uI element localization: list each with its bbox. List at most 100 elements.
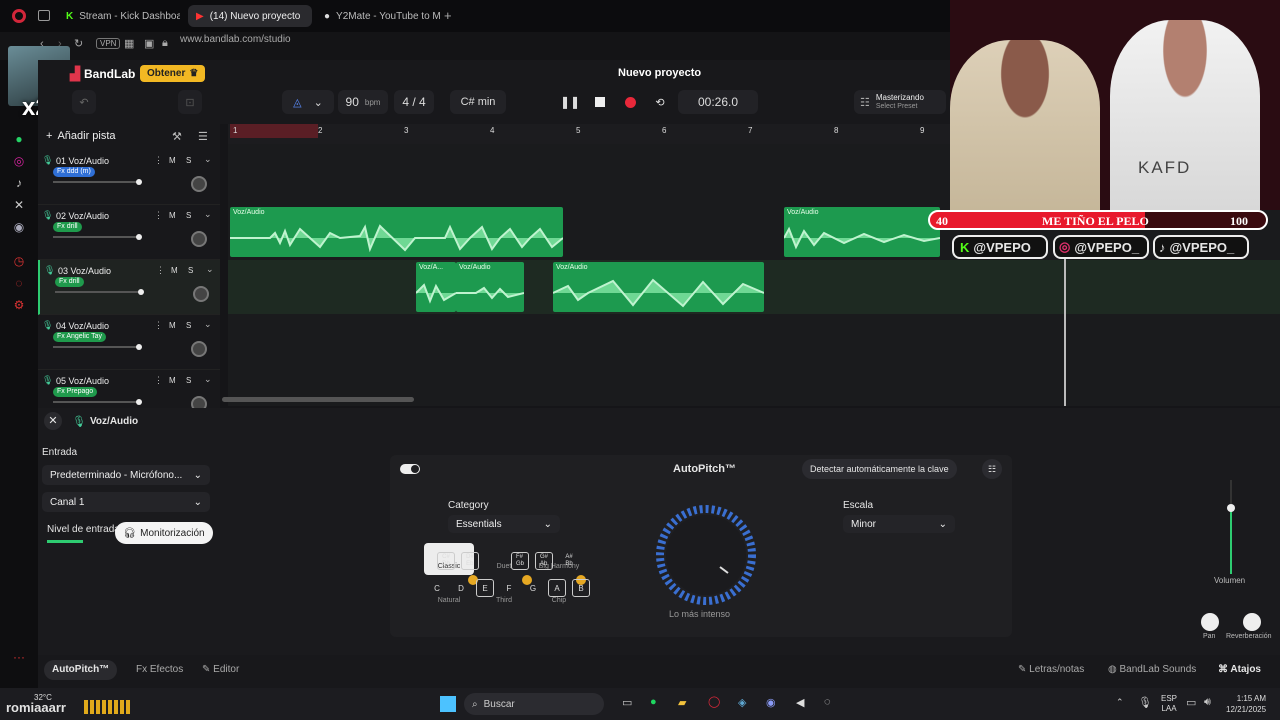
- mixer-icon[interactable]: ☰: [198, 130, 208, 143]
- solo-button[interactable]: S: [186, 211, 191, 220]
- more-icon[interactable]: ···: [11, 650, 27, 666]
- discord-taskbar-icon[interactable]: ◉: [766, 696, 776, 709]
- audio-clip[interactable]: Voz/A...: [416, 262, 456, 312]
- tab-kick[interactable]: K Stream - Kick Dashboard: [58, 5, 180, 27]
- track-menu-icon[interactable]: ⋮: [154, 155, 163, 166]
- track-volume-slider[interactable]: [55, 289, 144, 295]
- tab-bandlab[interactable]: ▶ (14) Nuevo proyecto: [188, 5, 312, 27]
- project-title[interactable]: Nuevo proyecto: [618, 67, 701, 79]
- mute-button[interactable]: M: [169, 211, 176, 220]
- pan-knob[interactable]: [1201, 613, 1219, 631]
- scale-key[interactable]: E: [476, 579, 494, 597]
- track-volume-slider[interactable]: [53, 234, 142, 240]
- scale-key-sharp[interactable]: F# Gb: [511, 552, 529, 570]
- mute-button[interactable]: M: [169, 376, 176, 385]
- grid-icon[interactable]: ▦: [124, 37, 134, 50]
- track-header[interactable]: 🎙︎ 04 Voz/Audio Fx Angelic Tay ⋮ M S ⌄: [38, 315, 220, 370]
- close-panel-button[interactable]: ✕: [44, 412, 62, 430]
- start-button[interactable]: [440, 696, 456, 712]
- track-menu-icon[interactable]: ⋮: [154, 375, 163, 386]
- stop-button[interactable]: [588, 90, 612, 114]
- solo-button[interactable]: S: [188, 266, 193, 275]
- track-fx-badge[interactable]: Fx Angelic Tay: [53, 332, 107, 342]
- track-header[interactable]: 🎙︎ 03 Voz/Audio Fx drill ⋮ M S ⌄: [38, 260, 220, 315]
- scale-key[interactable]: B: [572, 579, 590, 597]
- scale-key-sharp[interactable]: C# Db: [437, 552, 455, 570]
- bpm-display[interactable]: 90 bpm: [338, 90, 388, 114]
- track-header[interactable]: 🎙︎ 01 Voz/Audio Fx ddd (m) ⋮ M S ⌄: [38, 150, 220, 205]
- mastering-button[interactable]: ☷ Masterizando Select Preset: [854, 90, 946, 114]
- spotify-icon[interactable]: ●: [650, 696, 657, 708]
- x-icon[interactable]: ✕: [11, 198, 27, 214]
- horizontal-scrollbar[interactable]: [222, 397, 414, 402]
- volume-fader[interactable]: [1227, 480, 1235, 574]
- track-volume-slider[interactable]: [53, 344, 142, 350]
- chevron-down-icon[interactable]: ⌄: [204, 154, 212, 165]
- app-icon[interactable]: ◈: [738, 696, 746, 709]
- audio-clip[interactable]: Voz/Audio: [784, 207, 940, 257]
- camera-icon[interactable]: ▣: [144, 37, 154, 50]
- track-pan-knob[interactable]: [191, 231, 207, 247]
- monitor-button[interactable]: 🎧︎ Monitorización: [115, 522, 213, 544]
- instagram-icon[interactable]: ◎: [11, 154, 27, 170]
- tiktok-icon[interactable]: ♪: [11, 176, 27, 192]
- track-volume-slider[interactable]: [53, 179, 142, 185]
- track-fx-badge[interactable]: Fx drill: [53, 222, 82, 232]
- opera-taskbar-icon[interactable]: ◯: [708, 695, 720, 708]
- taskbar-search[interactable]: ⌕ Buscar: [464, 693, 604, 715]
- track-pan-knob[interactable]: [193, 286, 209, 302]
- scale-key-sharp[interactable]: G# Ab: [535, 552, 553, 570]
- settings-icon[interactable]: ⚙: [11, 298, 27, 314]
- scale-key[interactable]: C: [428, 579, 446, 597]
- track-header[interactable]: 🎙︎ 02 Voz/Audio Fx drill ⋮ M S ⌄: [38, 205, 220, 260]
- chevron-down-icon[interactable]: ⌄: [204, 209, 212, 220]
- clock[interactable]: 1:15 AM 12/21/2025: [1226, 693, 1266, 715]
- network-icon[interactable]: ▭: [1186, 696, 1196, 709]
- mute-button[interactable]: M: [171, 266, 178, 275]
- scale-key[interactable]: D: [452, 579, 470, 597]
- explorer-icon[interactable]: ▰: [678, 696, 686, 709]
- detect-key-button[interactable]: Detectar automáticamente la clave: [802, 459, 957, 479]
- lyrics-button[interactable]: ✎ Letras/notas: [1018, 664, 1084, 675]
- add-track-button[interactable]: + Añadir pista: [46, 130, 116, 142]
- solo-button[interactable]: S: [186, 376, 191, 385]
- volume-icon[interactable]: 🔊︎: [1204, 696, 1211, 709]
- whatsapp-icon[interactable]: ●: [11, 132, 27, 148]
- tab-effects[interactable]: Fx Efectos: [136, 664, 183, 675]
- autopitch-toggle[interactable]: [400, 464, 420, 474]
- bandlab-sounds-button[interactable]: ◍ BandLab Sounds: [1108, 664, 1196, 675]
- channel-select[interactable]: Canal 1 ⌄: [42, 492, 210, 512]
- audio-clip[interactable]: Voz/Audio: [230, 207, 563, 257]
- tab-y2mate[interactable]: ●Y2Mate - YouTube to MP...: [316, 5, 440, 27]
- tab-autopitch[interactable]: AutoPitch™: [44, 660, 118, 680]
- track-volume-slider[interactable]: [53, 399, 142, 405]
- scale-key-sharp[interactable]: A# Bb: [560, 552, 578, 570]
- reverb-knob[interactable]: [1243, 613, 1261, 631]
- opera-logo-icon[interactable]: [12, 9, 26, 23]
- time-signature[interactable]: 4 / 4: [394, 90, 434, 114]
- shortcuts-button[interactable]: ⌘ Atajos: [1218, 664, 1261, 675]
- settings-sliders-button[interactable]: ☷: [982, 459, 1002, 479]
- solo-button[interactable]: S: [186, 321, 191, 330]
- app-icon[interactable]: ◀: [796, 696, 804, 709]
- url-text[interactable]: www.bandlab.com/studio: [180, 34, 291, 45]
- key-display[interactable]: C# min: [450, 90, 506, 114]
- track-menu-icon[interactable]: ⋮: [154, 320, 163, 331]
- scale-key[interactable]: A: [548, 579, 566, 597]
- redo-button[interactable]: ⊡: [178, 90, 202, 114]
- timeline-ruler[interactable]: [228, 124, 950, 144]
- track-fx-badge[interactable]: Fx ddd (m): [53, 167, 95, 177]
- discord-icon[interactable]: ◉: [11, 220, 27, 236]
- solo-button[interactable]: S: [186, 156, 191, 165]
- extensions-icon[interactable]: ◌: [11, 276, 27, 292]
- scale-select[interactable]: Minor ⌄: [843, 515, 955, 533]
- task-view-icon[interactable]: ▭: [622, 696, 632, 709]
- intensity-knob[interactable]: [646, 503, 766, 607]
- category-select[interactable]: Essentials ⌄: [448, 515, 560, 533]
- chevron-down-icon[interactable]: ⌄: [204, 319, 212, 330]
- track-menu-icon[interactable]: ⋮: [154, 210, 163, 221]
- obs-icon[interactable]: ◌: [824, 696, 831, 708]
- tuner-button[interactable]: ◬ ⌄: [282, 90, 334, 114]
- scale-key[interactable]: F: [500, 579, 518, 597]
- scale-key[interactable]: G: [524, 579, 542, 597]
